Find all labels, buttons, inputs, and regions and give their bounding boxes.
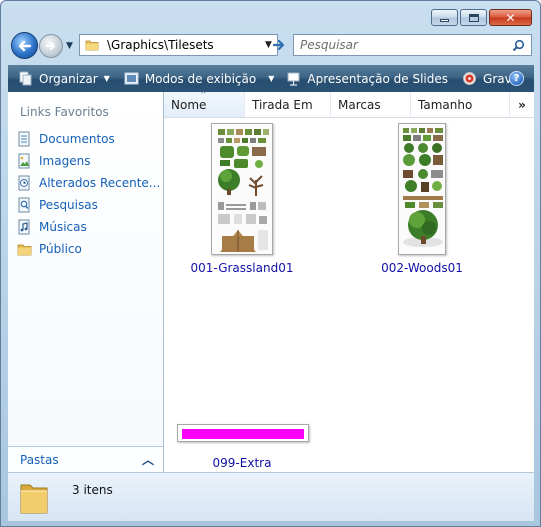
help-icon[interactable]: ? xyxy=(509,71,524,86)
documents-icon xyxy=(16,131,32,147)
nav-link-music[interactable]: Músicas xyxy=(16,216,160,238)
nav-link-recently-changed[interactable]: Alterados Recente... xyxy=(16,172,160,194)
file-item[interactable]: 001-Grassland01 xyxy=(177,123,307,275)
sort-ascending-icon: ^ xyxy=(200,90,207,99)
file-item[interactable]: 002-Woods01 xyxy=(357,123,487,275)
column-label: Nome xyxy=(171,97,207,112)
folders-toggle[interactable]: Pastas ︿ xyxy=(8,446,163,472)
nav-link-label: Músicas xyxy=(39,220,87,234)
file-thumbnail xyxy=(211,123,273,255)
minimize-icon xyxy=(440,19,449,22)
file-name: 099-Extra xyxy=(212,456,272,470)
item-count: 3 itens xyxy=(72,483,113,497)
column-label: Tamanho xyxy=(418,97,473,112)
column-headers: ^ Nome Tirada Em Marcas Tamanho » xyxy=(164,90,534,118)
address-bar[interactable]: \Graphics\Tilesets xyxy=(79,34,261,56)
views-icon xyxy=(124,71,139,86)
music-icon xyxy=(16,219,32,235)
searches-icon xyxy=(16,197,32,213)
nav-link-public[interactable]: Público xyxy=(16,238,160,260)
folders-label: Pastas xyxy=(20,452,59,467)
recent-pages-dropdown[interactable]: ▼ xyxy=(66,41,73,51)
column-header-size[interactable]: Tamanho xyxy=(411,92,510,117)
close-button[interactable]: ✕ xyxy=(489,9,532,26)
column-header-name[interactable]: ^ Nome xyxy=(164,90,245,117)
chevron-down-icon: ▼ xyxy=(103,74,110,83)
nav-link-label: Pesquisas xyxy=(39,198,98,212)
file-name: 002-Woods01 xyxy=(381,261,463,275)
navigation-pane: Links Favoritos Documentos Imagens Alter… xyxy=(8,92,164,472)
nav-link-documents[interactable]: Documentos xyxy=(16,128,160,150)
file-name: 001-Grassland01 xyxy=(190,261,294,275)
chevron-up-icon: ︿ xyxy=(141,453,154,467)
organize-button[interactable]: Organizar ▼ xyxy=(18,71,110,86)
burn-disc-icon xyxy=(462,71,477,86)
details-pane: 3 itens xyxy=(8,472,534,521)
slideshow-icon xyxy=(286,71,301,86)
column-label: Marcas xyxy=(338,97,381,112)
file-thumbnail xyxy=(398,123,446,255)
tileset-grassland-thumbnail xyxy=(212,124,272,254)
column-header-date-taken[interactable]: Tirada Em xyxy=(245,92,331,117)
column-label: Tirada Em xyxy=(252,97,313,112)
column-header-tags[interactable]: Marcas xyxy=(331,92,411,117)
folder-icon xyxy=(20,484,48,514)
file-thumbnail xyxy=(177,424,309,442)
back-arrow-icon xyxy=(18,40,31,51)
favorite-links-heading: Links Favoritos xyxy=(20,105,109,119)
views-button[interactable]: Modos de exibição ▼ xyxy=(124,71,275,86)
address-path: \Graphics\Tilesets xyxy=(107,38,214,52)
nav-link-searches[interactable]: Pesquisas xyxy=(16,194,160,216)
slideshow-label: Apresentação de Slides xyxy=(307,71,449,86)
nav-link-label: Público xyxy=(39,242,82,256)
maximize-icon xyxy=(468,13,479,22)
explorer-window: ✕ ▼ \Graphics\Tilesets ▼ Pesquisar Organ… xyxy=(0,0,541,527)
maximize-button[interactable] xyxy=(460,9,487,26)
command-bar: Organizar ▼ Modos de exibição ▼ Apresent… xyxy=(8,65,534,92)
public-folder-icon xyxy=(16,241,32,257)
search-input[interactable]: Pesquisar xyxy=(293,34,532,56)
nav-link-label: Alterados Recente... xyxy=(39,176,161,190)
slideshow-button[interactable]: Apresentação de Slides xyxy=(286,71,448,86)
favorite-links-list: Documentos Imagens Alterados Recente... … xyxy=(16,128,160,260)
magnifier-icon[interactable] xyxy=(512,39,525,52)
nav-link-label: Imagens xyxy=(39,154,91,168)
organize-icon xyxy=(18,71,33,86)
pictures-icon xyxy=(16,153,32,169)
forward-button[interactable] xyxy=(39,34,63,58)
nav-link-label: Documentos xyxy=(39,132,115,146)
nav-link-pictures[interactable]: Imagens xyxy=(16,150,160,172)
close-icon: ✕ xyxy=(505,10,516,25)
minimize-button[interactable] xyxy=(431,9,458,26)
go-arrow-icon xyxy=(272,39,285,51)
back-button[interactable] xyxy=(11,32,38,59)
go-button[interactable] xyxy=(269,34,289,56)
window-controls: ✕ xyxy=(431,9,532,26)
folder-icon xyxy=(85,40,99,51)
file-list: 001-Grassland01 002-Woods01 099-Extra xyxy=(164,118,534,472)
file-item[interactable]: 099-Extra xyxy=(177,424,309,470)
extra-tileset-thumbnail xyxy=(182,429,304,439)
tileset-woods-thumbnail xyxy=(399,124,445,254)
chevron-down-icon: ▼ xyxy=(268,74,275,83)
organize-label: Organizar xyxy=(39,71,98,86)
recently-changed-icon xyxy=(16,175,32,191)
more-columns-button[interactable]: » xyxy=(510,92,534,117)
search-placeholder: Pesquisar xyxy=(300,38,358,52)
views-label: Modos de exibição xyxy=(144,71,257,86)
forward-arrow-icon xyxy=(46,42,55,50)
